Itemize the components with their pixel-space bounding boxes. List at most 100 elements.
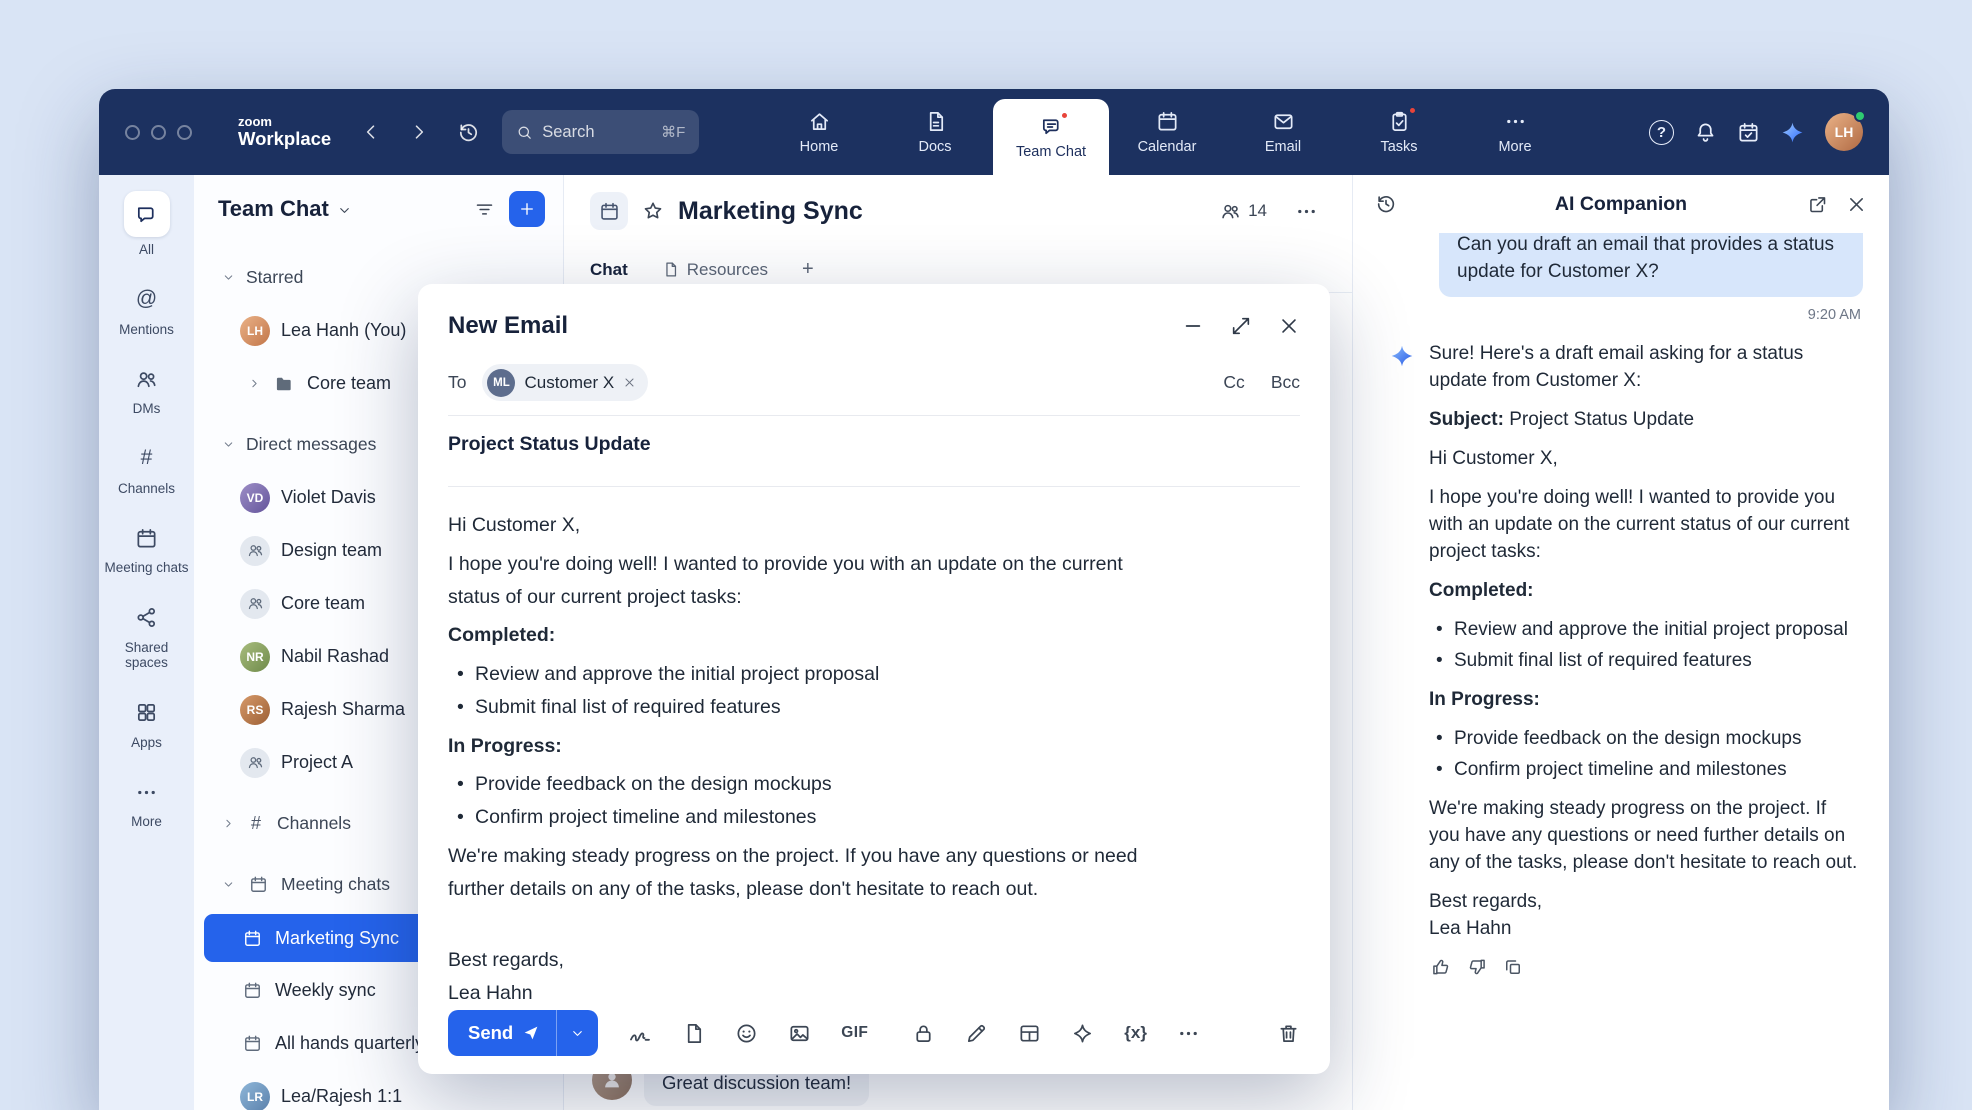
signature-icon[interactable] bbox=[628, 1021, 652, 1045]
tab-docs[interactable]: Docs bbox=[877, 89, 993, 175]
home-icon bbox=[808, 110, 831, 133]
account-avatar[interactable]: LH bbox=[1825, 113, 1863, 151]
search-shortcut: ⌘F bbox=[661, 123, 685, 141]
chevron-right-icon bbox=[248, 377, 261, 390]
tab-team-chat[interactable]: Team Chat bbox=[993, 99, 1109, 175]
tab-tasks[interactable]: Tasks bbox=[1341, 89, 1457, 175]
ai-sparkle-tool-icon[interactable] bbox=[1071, 1022, 1094, 1045]
template-doc-icon[interactable] bbox=[682, 1022, 705, 1045]
trash-icon[interactable] bbox=[1277, 1022, 1300, 1045]
new-email-modal: New Email To ML Customer X Cc Bcc Projec… bbox=[418, 284, 1330, 1074]
search-input[interactable]: Search ⌘F bbox=[502, 110, 699, 154]
folder-icon bbox=[272, 374, 296, 394]
account-initials: LH bbox=[1835, 124, 1854, 140]
minimize-window-control[interactable] bbox=[151, 125, 166, 140]
avatar: LR bbox=[240, 1082, 270, 1110]
sidebar-item-lea-rajesh[interactable]: LR Lea/Rajesh 1:1 bbox=[194, 1070, 563, 1110]
variables-button[interactable]: {x} bbox=[1124, 1023, 1147, 1043]
toolbar-more-icon[interactable] bbox=[1177, 1022, 1200, 1045]
rail-item-meeting-chats[interactable]: Meeting chats bbox=[104, 521, 190, 576]
chevron-down-icon bbox=[222, 438, 235, 451]
rail-label: Meeting chats bbox=[104, 560, 188, 576]
ai-signature: Lea Hahn bbox=[1429, 916, 1859, 943]
tab-label: Resources bbox=[687, 260, 768, 280]
recipient-chip[interactable]: ML Customer X bbox=[482, 364, 648, 401]
channel-more-icon[interactable] bbox=[1295, 200, 1318, 223]
more-icon bbox=[1504, 110, 1527, 133]
forward-button[interactable] bbox=[409, 122, 429, 142]
layout-template-icon[interactable] bbox=[1018, 1022, 1041, 1045]
ai-companion-sparkle-icon[interactable] bbox=[1780, 120, 1805, 145]
calendar-icon bbox=[1156, 110, 1179, 133]
avatar: RS bbox=[240, 695, 270, 725]
shared-spaces-icon bbox=[130, 601, 164, 635]
rail-item-mentions[interactable]: @ Mentions bbox=[104, 283, 190, 338]
thumbs-down-icon[interactable] bbox=[1467, 957, 1487, 977]
thumbs-up-icon[interactable] bbox=[1431, 957, 1451, 977]
item-label: Marketing Sync bbox=[275, 928, 399, 949]
send-options-button[interactable] bbox=[556, 1010, 598, 1056]
chevron-right-icon bbox=[222, 817, 235, 830]
rail-item-shared-spaces[interactable]: Shared spaces bbox=[104, 601, 190, 671]
email-body-editor[interactable]: Hi Customer X, I hope you're doing well!… bbox=[448, 487, 1178, 1010]
image-icon[interactable] bbox=[788, 1022, 811, 1045]
help-icon[interactable]: ? bbox=[1649, 120, 1674, 145]
search-icon bbox=[516, 124, 533, 141]
lock-icon[interactable] bbox=[912, 1022, 935, 1045]
send-button[interactable]: Send bbox=[448, 1010, 556, 1056]
ai-companion-panel: AI Companion Can you draft an email that… bbox=[1352, 175, 1889, 1110]
close-window-control[interactable] bbox=[125, 125, 140, 140]
item-label: Nabil Rashad bbox=[281, 646, 389, 667]
rail-item-apps[interactable]: Apps bbox=[104, 696, 190, 751]
emoji-icon[interactable] bbox=[735, 1022, 758, 1045]
rail-item-all[interactable]: All bbox=[104, 191, 190, 258]
history-icon[interactable] bbox=[457, 121, 480, 144]
calendar-check-icon[interactable] bbox=[1737, 121, 1760, 144]
chevron-down-icon[interactable] bbox=[337, 203, 352, 218]
filter-icon[interactable] bbox=[474, 199, 495, 220]
email-completed-item: Review and approve the initial project p… bbox=[448, 658, 1178, 691]
rail-item-more[interactable]: More bbox=[104, 775, 190, 830]
tab-calendar[interactable]: Calendar bbox=[1109, 89, 1225, 175]
rail-item-dms[interactable]: DMs bbox=[104, 362, 190, 417]
tab-home[interactable]: Home bbox=[761, 89, 877, 175]
ai-greeting: Hi Customer X, bbox=[1429, 446, 1859, 473]
zoom-window-control[interactable] bbox=[177, 125, 192, 140]
ai-subject-line: Subject: Project Status Update bbox=[1429, 407, 1859, 434]
subject-value: Project Status Update bbox=[1509, 409, 1694, 430]
copy-icon[interactable] bbox=[1503, 957, 1523, 977]
edit-pencil-icon[interactable] bbox=[965, 1022, 988, 1045]
member-count[interactable]: 14 bbox=[1220, 201, 1267, 222]
at-icon: @ bbox=[130, 283, 164, 317]
tab-label: More bbox=[1498, 139, 1531, 155]
team-chat-badge bbox=[1060, 111, 1069, 120]
remove-recipient-icon[interactable] bbox=[623, 376, 636, 389]
rail-item-channels[interactable]: # Channels bbox=[104, 442, 190, 497]
back-button[interactable] bbox=[361, 122, 381, 142]
new-chat-button[interactable] bbox=[509, 191, 545, 227]
members-icon bbox=[1220, 201, 1241, 222]
apps-icon bbox=[130, 696, 164, 730]
resources-icon bbox=[662, 261, 679, 278]
item-label: Project A bbox=[281, 752, 353, 773]
minimize-icon[interactable] bbox=[1182, 315, 1204, 337]
gif-button[interactable]: GIF bbox=[841, 1024, 868, 1042]
expand-icon[interactable] bbox=[1230, 315, 1252, 337]
star-icon[interactable] bbox=[642, 200, 664, 222]
close-icon[interactable] bbox=[1278, 315, 1300, 337]
subject-field[interactable]: Project Status Update bbox=[448, 416, 1300, 472]
bcc-button[interactable]: Bcc bbox=[1271, 372, 1300, 393]
open-in-new-icon[interactable] bbox=[1807, 194, 1828, 215]
cc-button[interactable]: Cc bbox=[1223, 372, 1244, 393]
close-icon[interactable] bbox=[1846, 194, 1867, 215]
top-bar: zoom Workplace Search ⌘F Home Docs bbox=[99, 89, 1889, 175]
tab-email[interactable]: Email bbox=[1225, 89, 1341, 175]
sidebar-title: Team Chat bbox=[218, 196, 329, 222]
tab-more[interactable]: More bbox=[1457, 89, 1573, 175]
notifications-bell-icon[interactable] bbox=[1694, 121, 1717, 144]
ai-history-icon[interactable] bbox=[1375, 193, 1397, 215]
recipient-avatar: ML bbox=[487, 369, 515, 397]
email-completed-heading: Completed: bbox=[448, 619, 1178, 652]
ai-intro: Sure! Here's a draft email asking for a … bbox=[1429, 341, 1859, 395]
item-label: Violet Davis bbox=[281, 487, 376, 508]
